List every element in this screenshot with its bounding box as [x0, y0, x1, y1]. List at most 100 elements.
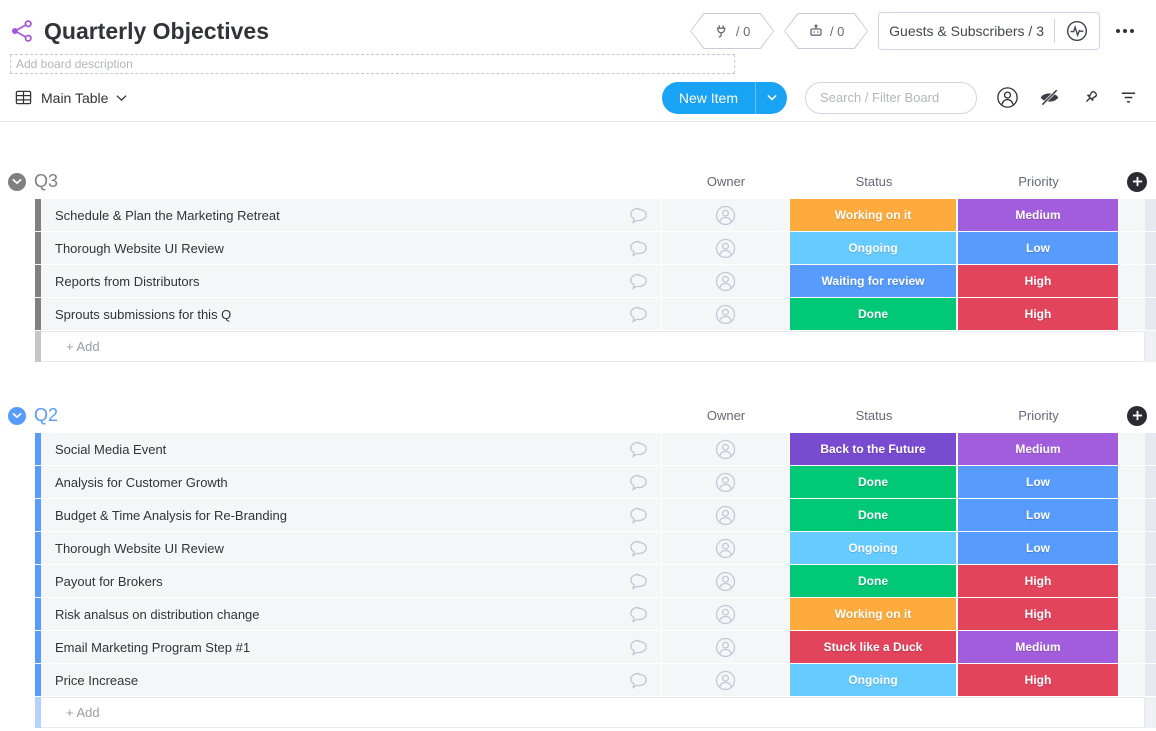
column-header-priority[interactable]: Priority — [958, 408, 1119, 423]
board-description[interactable] — [10, 54, 735, 74]
column-header-status[interactable]: Status — [790, 408, 958, 423]
conversation-icon[interactable] — [627, 303, 661, 326]
item-name[interactable]: Social Media Event — [55, 442, 627, 457]
new-item-button[interactable]: New Item — [662, 82, 787, 114]
column-header-priority[interactable]: Priority — [958, 174, 1119, 189]
item-name-cell[interactable]: Schedule & Plan the Marketing Retreat — [41, 199, 661, 231]
item-name-cell[interactable]: Analysis for Customer Growth — [41, 466, 661, 498]
priority-cell[interactable]: Medium — [958, 433, 1118, 465]
item-name-cell[interactable]: Social Media Event — [41, 433, 661, 465]
conversation-icon[interactable] — [627, 471, 661, 494]
item-name-cell[interactable]: Thorough Website UI Review — [41, 232, 661, 264]
priority-cell[interactable]: Medium — [958, 199, 1118, 231]
guests-subscribers-box[interactable]: Guests & Subscribers / 3 — [878, 12, 1100, 50]
conversation-icon[interactable] — [627, 669, 661, 692]
add-item-label[interactable]: + Add — [66, 705, 100, 720]
priority-cell[interactable]: High — [958, 265, 1118, 297]
new-item-label[interactable]: New Item — [662, 82, 755, 114]
add-item-label[interactable]: + Add — [66, 339, 100, 354]
column-header-owner[interactable]: Owner — [662, 408, 790, 423]
status-cell[interactable]: Done — [790, 499, 956, 531]
item-name-cell[interactable]: Email Marketing Program Step #1 — [41, 631, 661, 663]
item-name-cell[interactable]: Risk analsus on distribution change — [41, 598, 661, 630]
share-icon[interactable] — [10, 19, 34, 43]
priority-cell[interactable]: Medium — [958, 631, 1118, 663]
status-cell[interactable]: Working on it — [790, 199, 956, 231]
page-title[interactable]: Quarterly Objectives — [44, 18, 269, 45]
item-name[interactable]: Sprouts submissions for this Q — [55, 307, 627, 322]
conversation-icon[interactable] — [627, 204, 661, 227]
priority-cell[interactable]: Low — [958, 466, 1118, 498]
new-item-dropdown[interactable] — [755, 82, 787, 114]
item-name-cell[interactable]: Budget & Time Analysis for Re-Branding — [41, 499, 661, 531]
status-cell[interactable]: Done — [790, 298, 956, 330]
owner-cell[interactable] — [662, 499, 789, 531]
conversation-icon[interactable] — [627, 603, 661, 626]
owner-cell[interactable] — [662, 664, 789, 696]
item-name[interactable]: Schedule & Plan the Marketing Retreat — [55, 208, 627, 223]
item-name-cell[interactable]: Sprouts submissions for this Q — [41, 298, 661, 330]
status-cell[interactable]: Done — [790, 565, 956, 597]
conversation-icon[interactable] — [627, 636, 661, 659]
owner-cell[interactable] — [662, 265, 789, 297]
conversation-icon[interactable] — [627, 438, 661, 461]
collapse-group-icon[interactable] — [8, 407, 26, 425]
tab-main-table[interactable]: Main Table — [14, 88, 127, 107]
item-name[interactable]: Analysis for Customer Growth — [55, 475, 627, 490]
add-column-button[interactable] — [1127, 172, 1147, 192]
item-name-cell[interactable]: Price Increase — [41, 664, 661, 696]
item-name[interactable]: Price Increase — [55, 673, 627, 688]
activity-icon[interactable] — [1065, 19, 1089, 43]
item-name[interactable]: Reports from Distributors — [55, 274, 627, 289]
add-item-row[interactable]: + Add — [35, 331, 1156, 362]
status-cell[interactable]: Waiting for review — [790, 265, 956, 297]
pin-icon[interactable] — [1079, 87, 1101, 109]
item-name[interactable]: Thorough Website UI Review — [55, 541, 627, 556]
item-name[interactable]: Budget & Time Analysis for Re-Branding — [55, 508, 627, 523]
status-cell[interactable]: Done — [790, 466, 956, 498]
priority-cell[interactable]: Low — [958, 532, 1118, 564]
item-name[interactable]: Payout for Brokers — [55, 574, 627, 589]
search-input[interactable] — [820, 90, 962, 105]
owner-cell[interactable] — [662, 298, 789, 330]
owner-cell[interactable] — [662, 532, 789, 564]
status-cell[interactable]: Ongoing — [790, 664, 956, 696]
filter-icon[interactable] — [1119, 88, 1138, 107]
owner-cell[interactable] — [662, 631, 789, 663]
priority-cell[interactable]: Low — [958, 499, 1118, 531]
column-header-status[interactable]: Status — [790, 174, 958, 189]
more-options-icon[interactable] — [1110, 29, 1140, 33]
conversation-icon[interactable] — [627, 504, 661, 527]
add-column-button[interactable] — [1127, 406, 1147, 426]
group-title[interactable]: Q2 — [34, 405, 58, 426]
item-name-cell[interactable]: Reports from Distributors — [41, 265, 661, 297]
person-filter-icon[interactable] — [995, 85, 1020, 110]
owner-cell[interactable] — [662, 433, 789, 465]
priority-cell[interactable]: High — [958, 298, 1118, 330]
item-name-cell[interactable]: Thorough Website UI Review — [41, 532, 661, 564]
status-cell[interactable]: Back to the Future — [790, 433, 956, 465]
priority-cell[interactable]: High — [958, 565, 1118, 597]
hidden-columns-icon[interactable] — [1038, 86, 1061, 109]
column-header-owner[interactable]: Owner — [662, 174, 790, 189]
item-name[interactable]: Thorough Website UI Review — [55, 241, 627, 256]
conversation-icon[interactable] — [627, 270, 661, 293]
priority-cell[interactable]: High — [958, 664, 1118, 696]
integrations-badge[interactable]: / 0 — [690, 13, 774, 49]
owner-cell[interactable] — [662, 565, 789, 597]
owner-cell[interactable] — [662, 466, 789, 498]
board-search[interactable] — [805, 82, 977, 114]
status-cell[interactable]: Ongoing — [790, 532, 956, 564]
automations-badge[interactable]: / 0 — [784, 13, 868, 49]
status-cell[interactable]: Ongoing — [790, 232, 956, 264]
owner-cell[interactable] — [662, 199, 789, 231]
owner-cell[interactable] — [662, 232, 789, 264]
item-name[interactable]: Risk analsus on distribution change — [55, 607, 627, 622]
owner-cell[interactable] — [662, 598, 789, 630]
group-title[interactable]: Q3 — [34, 171, 58, 192]
conversation-icon[interactable] — [627, 570, 661, 593]
conversation-icon[interactable] — [627, 537, 661, 560]
board-description-input[interactable] — [16, 57, 729, 71]
status-cell[interactable]: Working on it — [790, 598, 956, 630]
conversation-icon[interactable] — [627, 237, 661, 260]
